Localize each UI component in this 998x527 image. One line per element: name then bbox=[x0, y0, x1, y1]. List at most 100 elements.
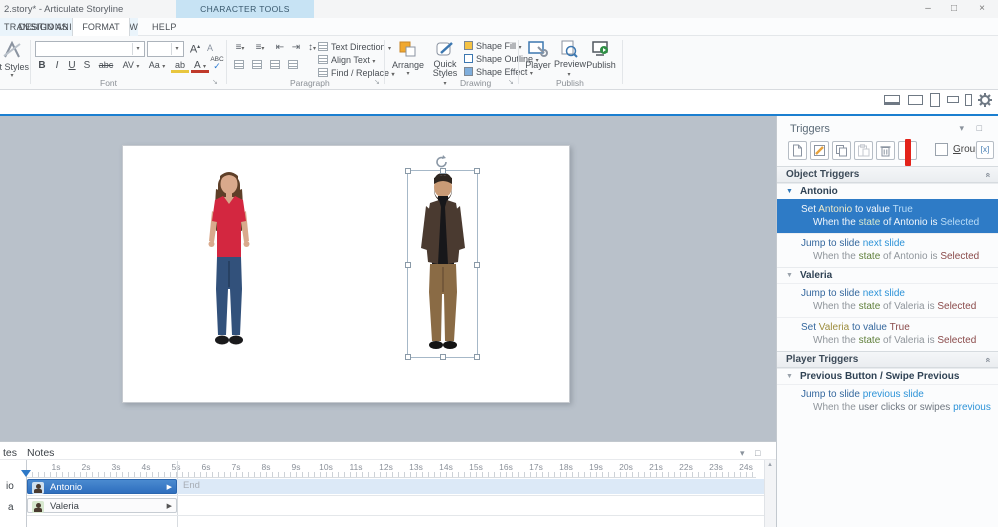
font-name-dropdown-icon[interactable]: ▾ bbox=[132, 43, 143, 55]
tab-help[interactable]: HELP bbox=[152, 18, 177, 36]
trigger-item[interactable]: Set Antonio to value TrueWhen the state … bbox=[777, 199, 998, 233]
preview-button[interactable]: Preview▾ bbox=[554, 40, 584, 80]
rotation-handle-icon[interactable] bbox=[435, 155, 449, 169]
timeline-panel-window-icon[interactable]: □ bbox=[755, 448, 760, 458]
resize-handle[interactable] bbox=[440, 354, 446, 360]
font-name-combobox[interactable]: ▾ bbox=[35, 41, 145, 57]
resize-handle[interactable] bbox=[474, 354, 480, 360]
trigger-group-row[interactable]: ▼Antonio bbox=[777, 183, 998, 199]
timeline-object-label[interactable]: a bbox=[8, 502, 14, 513]
align-text-button[interactable]: Align Text ▾ bbox=[318, 55, 375, 65]
new-trigger-button[interactable] bbox=[788, 141, 807, 160]
restore-icon[interactable]: □ bbox=[946, 3, 962, 15]
shape-fill-button[interactable]: Shape Fill ▾ bbox=[464, 41, 522, 51]
tablet-landscape-preview-icon[interactable] bbox=[908, 95, 923, 105]
show-until-end-icon[interactable]: ▶ bbox=[167, 499, 172, 514]
resize-handle[interactable] bbox=[405, 354, 411, 360]
character-valeria-image[interactable] bbox=[199, 169, 259, 359]
collapse-section-icon[interactable]: « bbox=[983, 172, 993, 177]
scroll-up-icon[interactable]: ▲ bbox=[767, 462, 773, 468]
copy-trigger-button[interactable] bbox=[832, 141, 851, 160]
trigger-item[interactable]: Jump to slide next slideWhen the state o… bbox=[777, 233, 998, 267]
paste-trigger-button[interactable] bbox=[854, 141, 873, 160]
trigger-group-row[interactable]: ▼ Previous Button / Swipe Previous bbox=[777, 368, 998, 384]
tab-notes[interactable]: Notes bbox=[27, 447, 54, 459]
change-case-button[interactable]: Aa ▾ bbox=[145, 58, 169, 73]
shadow-button[interactable]: S bbox=[80, 58, 94, 73]
font-color-button[interactable]: A ▾ bbox=[191, 58, 209, 73]
spell-check-button[interactable]: ABC ✓ bbox=[209, 56, 225, 71]
increase-indent-button[interactable]: ⇥ bbox=[288, 41, 304, 56]
show-until-end-icon[interactable]: ▶ bbox=[167, 480, 172, 495]
bullets-button[interactable]: ≡▾ bbox=[232, 41, 248, 56]
playhead-icon[interactable] bbox=[21, 470, 31, 477]
highlight-color-button[interactable]: ab bbox=[171, 58, 189, 73]
timeline-panel-menu-icon[interactable]: ▾ bbox=[740, 448, 745, 459]
trigger-group-name: Previous Button / Swipe Previous bbox=[800, 371, 959, 382]
grow-font-button[interactable]: A▴ bbox=[188, 40, 202, 55]
selection-box[interactable] bbox=[407, 170, 478, 358]
numbering-button[interactable]: ≡▾ bbox=[252, 41, 268, 56]
trigger-group-row[interactable]: ▼ Valeria bbox=[777, 267, 998, 283]
text-styles-button[interactable]: xt Styles ▾ bbox=[0, 40, 30, 79]
tablet-portrait-preview-icon[interactable] bbox=[930, 93, 940, 107]
timeline-scrollbar[interactable]: ▲ bbox=[764, 460, 776, 527]
phone-portrait-preview-icon[interactable] bbox=[965, 94, 972, 106]
desktop-preview-icon[interactable] bbox=[884, 95, 900, 105]
decrease-indent-button[interactable]: ⇤ bbox=[272, 41, 288, 56]
italic-button[interactable]: I bbox=[50, 58, 64, 73]
timeline-row: Antonio ▶ End bbox=[27, 479, 765, 494]
minimize-icon[interactable]: – bbox=[920, 3, 936, 15]
quick-styles-button[interactable]: Quick Styles▾ bbox=[428, 40, 462, 89]
tab-design[interactable]: DESIGN bbox=[8, 18, 64, 36]
timeline-bar-antonio[interactable]: Antonio ▶ bbox=[27, 479, 177, 494]
triggers-panel-menu-icon[interactable]: ▾ bbox=[959, 123, 964, 134]
phone-landscape-preview-icon[interactable] bbox=[947, 96, 959, 103]
slide[interactable] bbox=[122, 145, 570, 403]
close-icon[interactable]: × bbox=[974, 3, 990, 15]
group-checkbox[interactable] bbox=[935, 143, 948, 156]
shape-effect-button[interactable]: Shape Effect ▾ bbox=[464, 67, 533, 77]
character-spacing-button[interactable]: AV ▾ bbox=[119, 58, 143, 73]
triggers-panel-window-icon[interactable]: □ bbox=[977, 123, 982, 133]
edit-trigger-button[interactable] bbox=[810, 141, 829, 160]
timeline-bar-valeria[interactable]: Valeria ▶ bbox=[27, 498, 177, 513]
paragraph-dialog-launcher-icon[interactable]: ↘ bbox=[374, 78, 380, 86]
timeline-ruler[interactable]: 1s2s3s4s5s6s7s8s9s10s11s12s13s14s15s16s1… bbox=[0, 460, 776, 478]
underline-button[interactable]: U bbox=[65, 58, 79, 73]
expand-triangle-icon[interactable]: ▼ bbox=[786, 373, 793, 380]
publish-button[interactable]: Publish bbox=[586, 40, 616, 70]
font-size-combobox[interactable]: ▾ bbox=[147, 41, 184, 57]
resize-handle[interactable] bbox=[474, 262, 480, 268]
trigger-group-name: Valeria bbox=[800, 270, 832, 281]
slide-canvas-area[interactable] bbox=[0, 116, 776, 441]
expand-triangle-icon[interactable]: ▼ bbox=[786, 272, 793, 279]
text-direction-button[interactable]: Text Direction ▾ bbox=[318, 42, 391, 52]
settings-gear-icon[interactable] bbox=[978, 93, 992, 107]
shrink-font-button[interactable]: A bbox=[203, 41, 217, 56]
tab-states-partial[interactable]: tes bbox=[3, 447, 17, 459]
arrange-button[interactable]: Arrange ▾ bbox=[390, 40, 426, 77]
timeline-object-label[interactable]: io bbox=[6, 481, 14, 492]
trigger-item[interactable]: Jump to slide previous slideWhen the use… bbox=[777, 384, 998, 418]
resize-handle[interactable] bbox=[474, 168, 480, 174]
align-right-icon[interactable] bbox=[268, 59, 284, 74]
align-center-icon[interactable] bbox=[250, 59, 266, 74]
resize-handle[interactable] bbox=[405, 262, 411, 268]
resize-handle[interactable] bbox=[405, 168, 411, 174]
manage-variables-button[interactable]: [x] bbox=[976, 141, 994, 159]
font-dialog-launcher-icon[interactable]: ↘ bbox=[212, 78, 218, 86]
delete-trigger-button[interactable] bbox=[876, 141, 895, 160]
collapse-section-icon[interactable]: « bbox=[983, 357, 993, 362]
justify-icon[interactable] bbox=[286, 59, 302, 74]
player-button[interactable]: Player bbox=[524, 40, 552, 70]
align-left-icon[interactable] bbox=[232, 59, 248, 74]
trigger-item[interactable]: Set Valeria to value TrueWhen the state … bbox=[777, 317, 998, 351]
bold-button[interactable]: B bbox=[35, 58, 49, 73]
expand-triangle-icon[interactable]: ▼ bbox=[786, 188, 793, 195]
font-size-dropdown-icon[interactable]: ▾ bbox=[171, 43, 182, 55]
strikethrough-button[interactable]: abc bbox=[95, 58, 117, 73]
drawing-dialog-launcher-icon[interactable]: ↘ bbox=[508, 78, 514, 86]
tab-format[interactable]: FORMAT bbox=[72, 18, 130, 36]
trigger-item[interactable]: Jump to slide next slideWhen the state o… bbox=[777, 283, 998, 317]
